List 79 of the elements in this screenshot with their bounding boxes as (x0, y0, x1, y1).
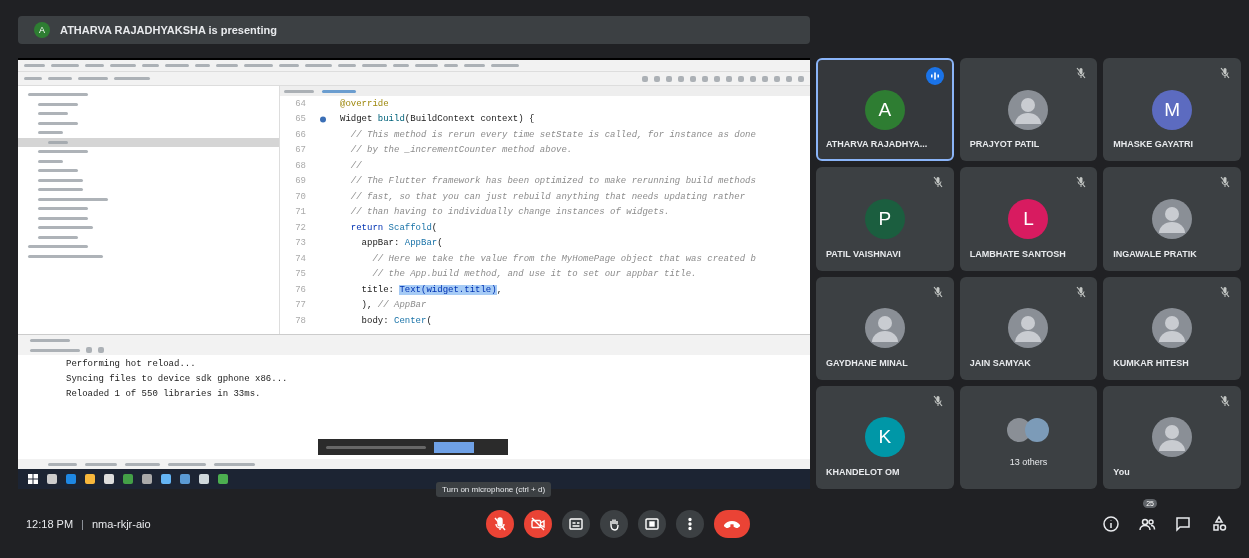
line-number: 71 (294, 207, 306, 218)
code-line: ), // AppBar (360, 300, 427, 311)
info-icon (1102, 514, 1120, 533)
stacked-avatars-icon (1006, 417, 1051, 444)
windows-start-icon[interactable] (28, 474, 38, 484)
profile-photo-placeholder (1152, 417, 1193, 458)
mic-button[interactable] (486, 509, 514, 538)
code-line: // the App.build method, and use it to set our appbar title. (371, 269, 697, 280)
participant-name: KHANDELOT OM (826, 467, 900, 477)
participant-name: ATHARVA RAJADHYA... (826, 139, 928, 150)
activities-icon (1210, 514, 1228, 533)
line-number: 73 (294, 238, 306, 249)
participant-name: JAIN SAMYAK (969, 357, 1031, 368)
participant-name: LAMBHATE SANTOSH (969, 248, 1066, 259)
profile-photo-placeholder (864, 308, 905, 349)
hand-button[interactable] (600, 509, 628, 538)
initial-avatar: M (1152, 89, 1193, 130)
more-button[interactable] (676, 509, 704, 538)
participant-name: PATIL VAISHNAVI (826, 248, 901, 259)
initial-avatar: P (864, 198, 905, 239)
line-number: 78 (294, 315, 306, 326)
code-line: @override (340, 98, 389, 109)
code-line: title: Text(widget.title), (360, 284, 503, 295)
line-number: 75 (294, 269, 306, 280)
console-output-line: Reloaded 1 of 550 libraries in 33ms. (66, 389, 262, 401)
initial-avatar: K (864, 417, 905, 458)
initial-avatar: A (864, 89, 905, 130)
meeting-time: 12:18 PM (26, 517, 74, 530)
captions-icon (568, 515, 584, 532)
participant-name: You (1113, 467, 1130, 477)
line-number: 74 (294, 253, 306, 264)
camera-off-icon (530, 515, 546, 532)
hangup-button[interactable] (714, 509, 750, 538)
code-line: // Here we take the value from the MyHomePage object that was created b (371, 253, 756, 264)
initial-avatar: L (1008, 198, 1049, 239)
code-line: appBar: AppBar( (360, 238, 443, 249)
line-number: 65 (294, 114, 306, 125)
line-number: 68 (294, 160, 306, 171)
console-output-line: Syncing files to device sdk gphone x86... (66, 374, 289, 386)
code-line: // by the _incrementCounter method above. (349, 145, 573, 156)
code-line: // than having to individually change instances of widgets. (349, 207, 670, 218)
line-number: 66 (294, 129, 306, 140)
chat-icon (1174, 514, 1192, 533)
line-number: 76 (294, 284, 306, 295)
line-number: 64 (294, 98, 306, 109)
code-line: // (349, 160, 362, 171)
captions-button[interactable] (562, 509, 590, 538)
profile-photo-placeholder (1008, 89, 1049, 130)
participant-name: 13 others (1009, 457, 1048, 468)
speaking-indicator-icon (925, 67, 944, 85)
code-line: return Scaffold( (349, 222, 438, 233)
participant-name: INGAWALE PRATIK (1113, 248, 1197, 259)
participant-name: GAYDHANE MINAL (826, 357, 908, 368)
code-line: body: Center( (360, 315, 432, 326)
console-output-line: Performing hot reload... (66, 359, 197, 371)
code-line: // This method is rerun every time setState is called, for instance as done (349, 129, 756, 140)
line-number: 69 (294, 176, 306, 187)
line-number: 77 (294, 300, 306, 311)
meeting-code: nma-rkjr-aio (91, 517, 151, 530)
line-number: 72 (294, 222, 306, 233)
line-number: 67 (294, 145, 306, 156)
code-line: // The Flutter framework has been optimized to make rerunning build methods (349, 176, 756, 187)
profile-photo-placeholder (1152, 198, 1193, 239)
hangup-icon (724, 519, 740, 528)
profile-photo-placeholder (1008, 308, 1049, 349)
line-number: 70 (294, 191, 306, 202)
participant-name: KUMKAR HITESH (1113, 357, 1189, 368)
code-line: Widget build(BuildContext context) { (340, 114, 535, 125)
presenter-text: ATHARVA RAJADHYAKSHA is presenting (60, 24, 277, 36)
participant-name: PRAJYOT PATIL (969, 139, 1040, 150)
present-button[interactable] (638, 509, 666, 538)
present-icon (644, 515, 660, 532)
mic-off-icon (492, 515, 508, 532)
camera-button[interactable] (524, 509, 552, 538)
presenter-avatar: A (34, 22, 50, 38)
code-line: // fast, so that you can just rebuild anything that needs updating rather (349, 191, 746, 202)
profile-photo-placeholder (1152, 308, 1193, 349)
separator: | (81, 517, 84, 530)
participant-name: MHASKE GAYATRI (1113, 139, 1193, 150)
